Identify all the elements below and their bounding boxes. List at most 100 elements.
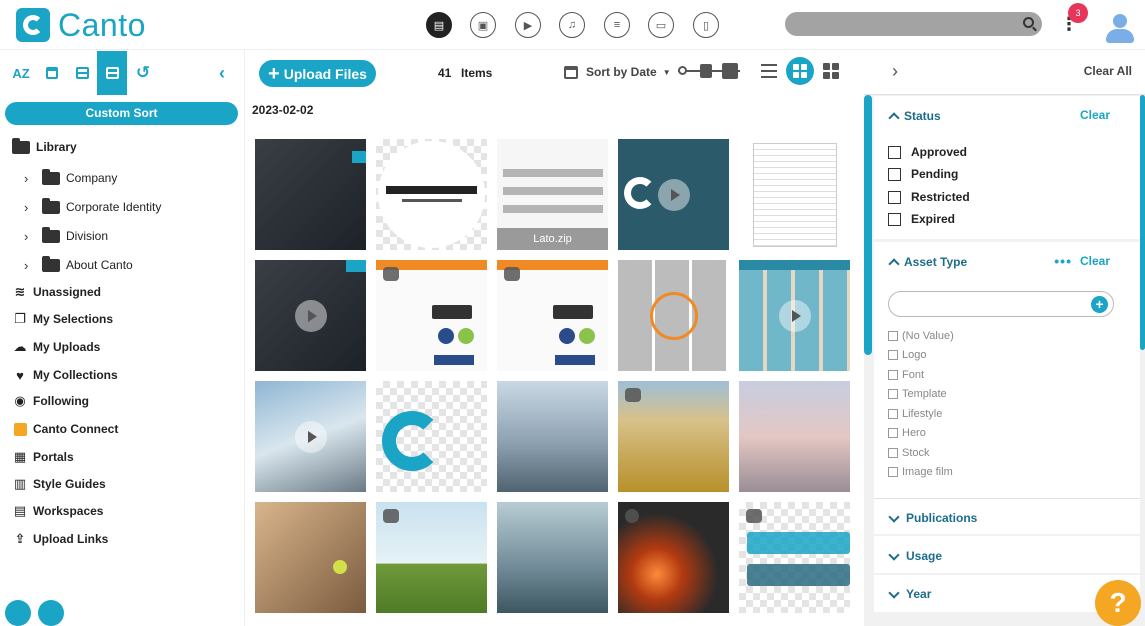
nav-my-uploads[interactable]: ☁ My Uploads [12,338,101,356]
asset-type-clear-button[interactable]: Clear [1080,254,1110,268]
asset-type-header[interactable]: Asset Type [888,255,967,270]
add-icon[interactable]: + [1091,296,1108,313]
status-option-pending[interactable]: Pending [888,167,958,181]
more-menu-icon[interactable]: ⋮ [1060,14,1078,34]
chevron-right-icon[interactable]: › [892,61,898,82]
right-scrollbar[interactable] [1140,95,1145,350]
play-icon[interactable] [295,421,327,453]
asset-thumbnail[interactable] [255,502,366,613]
list-view-tool-icon[interactable] [97,51,127,95]
asset-type-option[interactable]: Template [888,388,947,400]
asset-thumbnail[interactable] [618,381,729,492]
chevron-right-icon[interactable]: › [24,200,36,215]
checkbox[interactable] [888,389,898,399]
search-input[interactable] [785,12,1042,36]
nav-workspaces[interactable]: ▤ Workspaces [12,502,104,520]
mosaic-view-icon[interactable] [823,63,839,79]
asset-type-option[interactable]: Logo [888,349,926,361]
play-icon[interactable] [295,300,327,332]
more-options-icon[interactable]: ••• [1054,253,1072,269]
asset-thumbnail[interactable] [739,502,850,613]
publications-section[interactable]: Publications [874,498,1140,534]
asset-thumbnail[interactable] [255,381,366,492]
asset-thumbnail[interactable] [497,381,608,492]
layers-button[interactable] [5,600,31,626]
canto-logo[interactable]: Canto [16,8,146,42]
play-icon[interactable] [779,300,811,332]
list-view-icon[interactable] [761,63,777,79]
year-header[interactable]: Year [888,586,931,601]
asset-thumbnail[interactable] [497,260,608,371]
play-icon[interactable] [658,179,690,211]
folder-corporate-identity[interactable]: › Corporate Identity [24,197,161,216]
status-option-restricted[interactable]: Restricted [888,190,970,204]
asset-thumbnail[interactable] [739,139,850,250]
nav-portals[interactable]: ▦ Portals [12,448,74,466]
asset-type-option[interactable]: Lifestyle [888,408,942,420]
asset-type-option[interactable]: Font [888,369,924,381]
status-option-approved[interactable]: Approved [888,145,967,159]
slider-small-icon[interactable] [678,66,687,75]
folder-company[interactable]: › Company [24,168,117,187]
video-icon[interactable]: ▶ [515,12,541,38]
status-header[interactable]: Status [888,109,941,124]
chevron-right-icon[interactable]: › [24,229,36,244]
custom-sort-button[interactable]: Custom Sort [5,102,238,125]
publications-header[interactable]: Publications [888,510,977,525]
search-icon[interactable] [1023,17,1034,28]
left-scrollbar[interactable] [864,95,872,355]
notification-badge[interactable]: 3 [1068,3,1088,23]
checkbox[interactable] [888,467,898,477]
upload-files-button[interactable]: + Upload Files [259,60,376,87]
slider-large-icon[interactable] [722,63,738,79]
folder-about-canto[interactable]: › About Canto [24,255,133,274]
nav-upload-links[interactable]: ⇪ Upload Links [12,530,109,548]
checkbox[interactable] [888,167,901,181]
image-icon[interactable]: ▣ [470,12,496,38]
sort-dropdown[interactable]: Sort by Date ▼ [564,65,671,79]
asset-type-option[interactable]: (No Value) [888,330,954,342]
asset-thumbnail[interactable] [255,260,366,371]
audio-icon[interactable]: ♫ [559,12,585,38]
asset-thumbnail[interactable] [376,260,487,371]
nav-my-collections[interactable]: ♥ My Collections [12,366,118,384]
checkbox[interactable] [888,190,901,204]
clear-all-button[interactable]: Clear All [1084,64,1132,78]
nav-style-guides[interactable]: ▥ Style Guides [12,475,106,493]
checkbox[interactable] [888,212,901,226]
audio-play-icon[interactable] [650,292,698,340]
checkbox[interactable] [888,448,898,458]
grid-view-icon[interactable] [786,57,814,85]
chevron-right-icon[interactable]: › [24,171,36,186]
nav-my-selections[interactable]: ❐ My Selections [12,310,113,328]
status-option-expired[interactable]: Expired [888,212,955,226]
checkbox[interactable] [888,331,898,341]
asset-thumbnail[interactable] [739,381,850,492]
asset-thumbnail[interactable] [618,139,729,250]
collapse-sidebar-icon[interactable]: ‹ [214,62,230,84]
checkbox[interactable] [888,370,898,380]
stack-icon[interactable] [73,62,91,84]
folder-division[interactable]: › Division [24,226,108,245]
usage-header[interactable]: Usage [888,548,942,563]
asset-thumbnail[interactable] [497,502,608,613]
sort-az-button[interactable]: AZ [12,62,30,84]
status-clear-button[interactable]: Clear [1080,108,1110,122]
presentation-icon[interactable]: ▭ [648,12,674,38]
asset-type-option[interactable]: Stock [888,447,930,459]
asset-thumbnail[interactable] [739,260,850,371]
file-icon[interactable]: ▯ [693,12,719,38]
asset-thumbnail[interactable] [376,381,487,492]
avatar[interactable] [1104,14,1136,44]
usage-section[interactable]: Usage [874,536,1140,573]
checkbox[interactable] [888,145,901,159]
help-button[interactable]: ? [1095,580,1141,626]
refresh-icon[interactable]: ↺ [134,62,152,84]
nav-canto-connect[interactable]: Canto Connect [12,420,118,438]
asset-type-input[interactable]: + [888,291,1114,317]
chevron-right-icon[interactable]: › [24,258,36,273]
asset-thumbnail[interactable] [618,260,729,371]
checkbox[interactable] [888,409,898,419]
asset-thumbnail[interactable] [376,502,487,613]
text-doc-icon[interactable]: ≡ [604,12,630,38]
